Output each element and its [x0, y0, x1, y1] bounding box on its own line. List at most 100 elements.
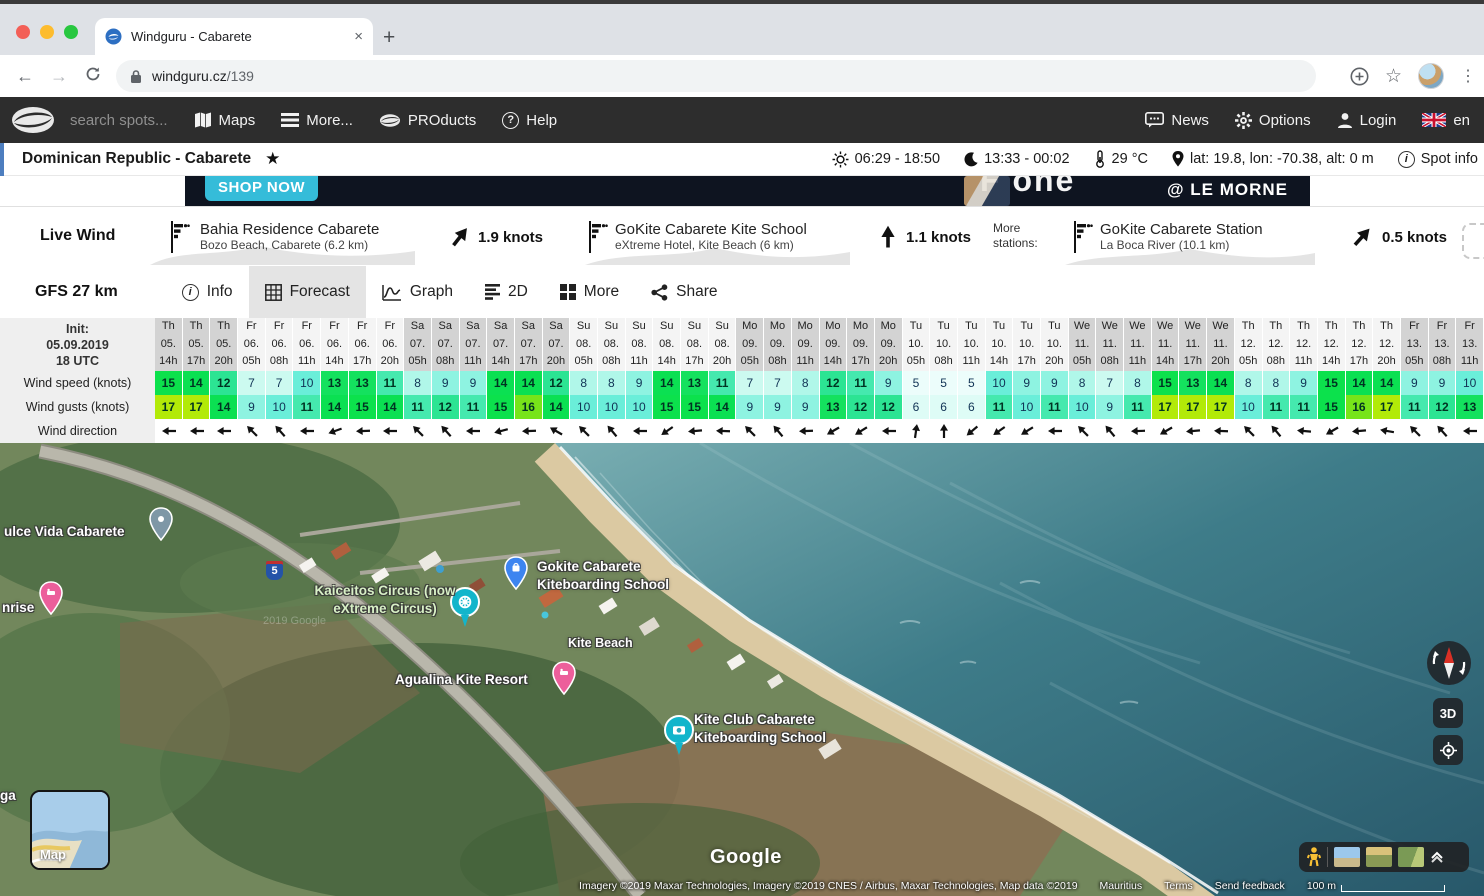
maximize-window-button[interactable] [64, 25, 78, 39]
tab-more[interactable]: More [544, 266, 635, 318]
minimize-window-button[interactable] [40, 25, 54, 39]
map-pin-bed[interactable] [38, 581, 64, 620]
wind-direction-arrow-icon [216, 423, 232, 439]
more-stations-peek[interactable] [1462, 223, 1484, 259]
nav-maps[interactable]: Maps [194, 112, 256, 129]
back-icon[interactable]: ← [8, 66, 42, 87]
photo-thumbnail[interactable] [1366, 847, 1392, 867]
google-logo[interactable]: Google [710, 846, 782, 869]
map-place-label[interactable]: nrise [2, 599, 34, 617]
map-pin-generic[interactable] [148, 507, 174, 546]
nav-products[interactable]: PROducts [379, 112, 476, 129]
profile-avatar[interactable] [1418, 63, 1444, 89]
forecast-day: Tu [903, 318, 931, 336]
forecast-hour: 20h [210, 353, 238, 371]
map-place-label[interactable]: Kite Beach [568, 634, 633, 652]
tab-close-icon[interactable]: × [354, 28, 363, 45]
forecast-column: Mo09.08h79 [764, 318, 792, 443]
temperature: 29 °C [1094, 150, 1148, 168]
live-station[interactable]: GoKite Cabarete Station La Boca River (1… [1100, 221, 1263, 253]
forecast-day: Fr [349, 318, 377, 336]
nav-news[interactable]: News [1145, 112, 1209, 129]
wind-direction-arrow-icon [1071, 420, 1094, 443]
map-pin-camera[interactable] [662, 715, 696, 764]
thermometer-icon [1094, 150, 1106, 168]
route-5-shield: 5 [266, 561, 283, 580]
forecast-column: Su08.08h810 [598, 318, 626, 443]
wind-speed-cell: 10 [986, 371, 1014, 395]
forecast-column: Su08.17h1315 [681, 318, 709, 443]
nav-options[interactable]: Options [1235, 112, 1311, 129]
forecast-column: Su08.14h1415 [653, 318, 681, 443]
photo-thumbnail[interactable] [1334, 847, 1360, 867]
more-stations-link[interactable]: Morestations: [993, 221, 1038, 251]
attrib-feedback[interactable]: Send feedback [1215, 880, 1285, 892]
shop-now-button[interactable]: SHOP NOW [205, 176, 318, 201]
tab-forecast[interactable]: Forecast [249, 266, 366, 318]
favorite-star-icon[interactable]: ★ [265, 149, 280, 169]
zoom-page-icon[interactable] [1350, 67, 1369, 86]
ad-banner[interactable]: SHOP NOW F one @ LE MORNE [185, 176, 1310, 206]
wind-gust-cell: 11 [1263, 395, 1291, 419]
news-bubble-icon [1145, 112, 1164, 128]
forecast-date: 09. [736, 336, 764, 354]
map-place-label[interactable]: ulce Vida Cabarete [4, 523, 125, 541]
reload-icon[interactable] [76, 66, 110, 87]
nav-login[interactable]: Login [1337, 112, 1397, 129]
live-station[interactable]: Bahia Residence Cabarete Bozo Beach, Cab… [200, 221, 379, 253]
photo-thumbnail[interactable] [1398, 847, 1424, 867]
bookmark-star-icon[interactable]: ☆ [1385, 65, 1402, 88]
forward-icon[interactable]: → [42, 66, 76, 87]
forecast-date: 05. [183, 336, 211, 354]
spot-info-link[interactable]: i Spot info [1398, 151, 1478, 168]
map-place-label[interactable]: Kaiceitos Circus (noweXtreme Circus) [235, 582, 535, 618]
browser-menu-icon[interactable]: ⋮ [1460, 66, 1476, 86]
imagery-credits: Imagery ©2019 Maxar Technologies, Imager… [579, 880, 1078, 892]
new-tab-button[interactable]: + [383, 26, 395, 50]
wind-direction-cell [404, 419, 432, 443]
map-type-toggle[interactable]: Map [30, 790, 110, 870]
forecast-day: Mo [875, 318, 903, 336]
browser-tab[interactable]: Windguru - Cabarete × [95, 18, 373, 55]
nav-language[interactable]: en [1422, 112, 1470, 129]
windguru-logo[interactable] [10, 105, 56, 135]
attrib-mauritius[interactable]: Mauritius [1100, 880, 1143, 892]
close-window-button[interactable] [16, 25, 30, 39]
map-place-label[interactable]: Kite Club CabareteKiteboarding School [694, 711, 826, 747]
compass-control[interactable] [1426, 640, 1472, 686]
wind-direction-arrow-icon [1047, 423, 1063, 439]
attrib-terms[interactable]: Terms [1164, 880, 1193, 892]
forecast-column: Tu10.08h56 [930, 318, 958, 443]
forecast-hour: 05h [404, 353, 432, 371]
nav-help[interactable]: ? Help [502, 112, 557, 129]
tab-2d[interactable]: 2D [469, 266, 544, 318]
live-station[interactable]: GoKite Cabarete Kite School eXtreme Hote… [615, 221, 807, 253]
wind-gust-cell: 10 [598, 395, 626, 419]
wind-direction-cell [1263, 419, 1291, 443]
wind-direction-cell [1013, 419, 1041, 443]
tab-info[interactable]: i Info [166, 266, 249, 318]
forecast-day: Sa [460, 318, 488, 336]
map-place-label[interactable]: ga [0, 787, 16, 805]
tab-graph[interactable]: Graph [366, 266, 469, 318]
map-place-label[interactable]: Gokite CabareteKiteboarding School [537, 558, 669, 594]
url-bar[interactable]: windguru.cz/139 [116, 60, 1316, 92]
3d-button[interactable]: 3D [1433, 698, 1463, 728]
map-place-label[interactable]: Agualina Kite Resort [395, 671, 528, 689]
wind-direction-cell [349, 419, 377, 443]
favicon-windguru-icon [105, 28, 122, 45]
forecast-row-labels: Init: 05.09.2019 18 UTC Wind speed (knot… [0, 318, 155, 443]
tab-share[interactable]: Share [635, 266, 733, 318]
imagery-photo-bar[interactable] [1299, 842, 1469, 872]
collapse-chevron-icon[interactable] [1430, 851, 1444, 863]
nav-more[interactable]: More... [281, 112, 353, 129]
help-icon: ? [502, 112, 519, 129]
google-map[interactable]: 2019 Google 5 ulce Vida CabaretenriseKai… [0, 443, 1484, 896]
map-pin-bed[interactable] [551, 661, 577, 700]
pegman-icon[interactable] [1307, 847, 1321, 867]
forecast-hour: 17h [349, 353, 377, 371]
search-spots-input[interactable]: search spots... [70, 112, 168, 129]
forecast-date: 11. [1124, 336, 1152, 354]
my-location-button[interactable] [1433, 735, 1463, 765]
forecast-hour: 08h [1263, 353, 1291, 371]
